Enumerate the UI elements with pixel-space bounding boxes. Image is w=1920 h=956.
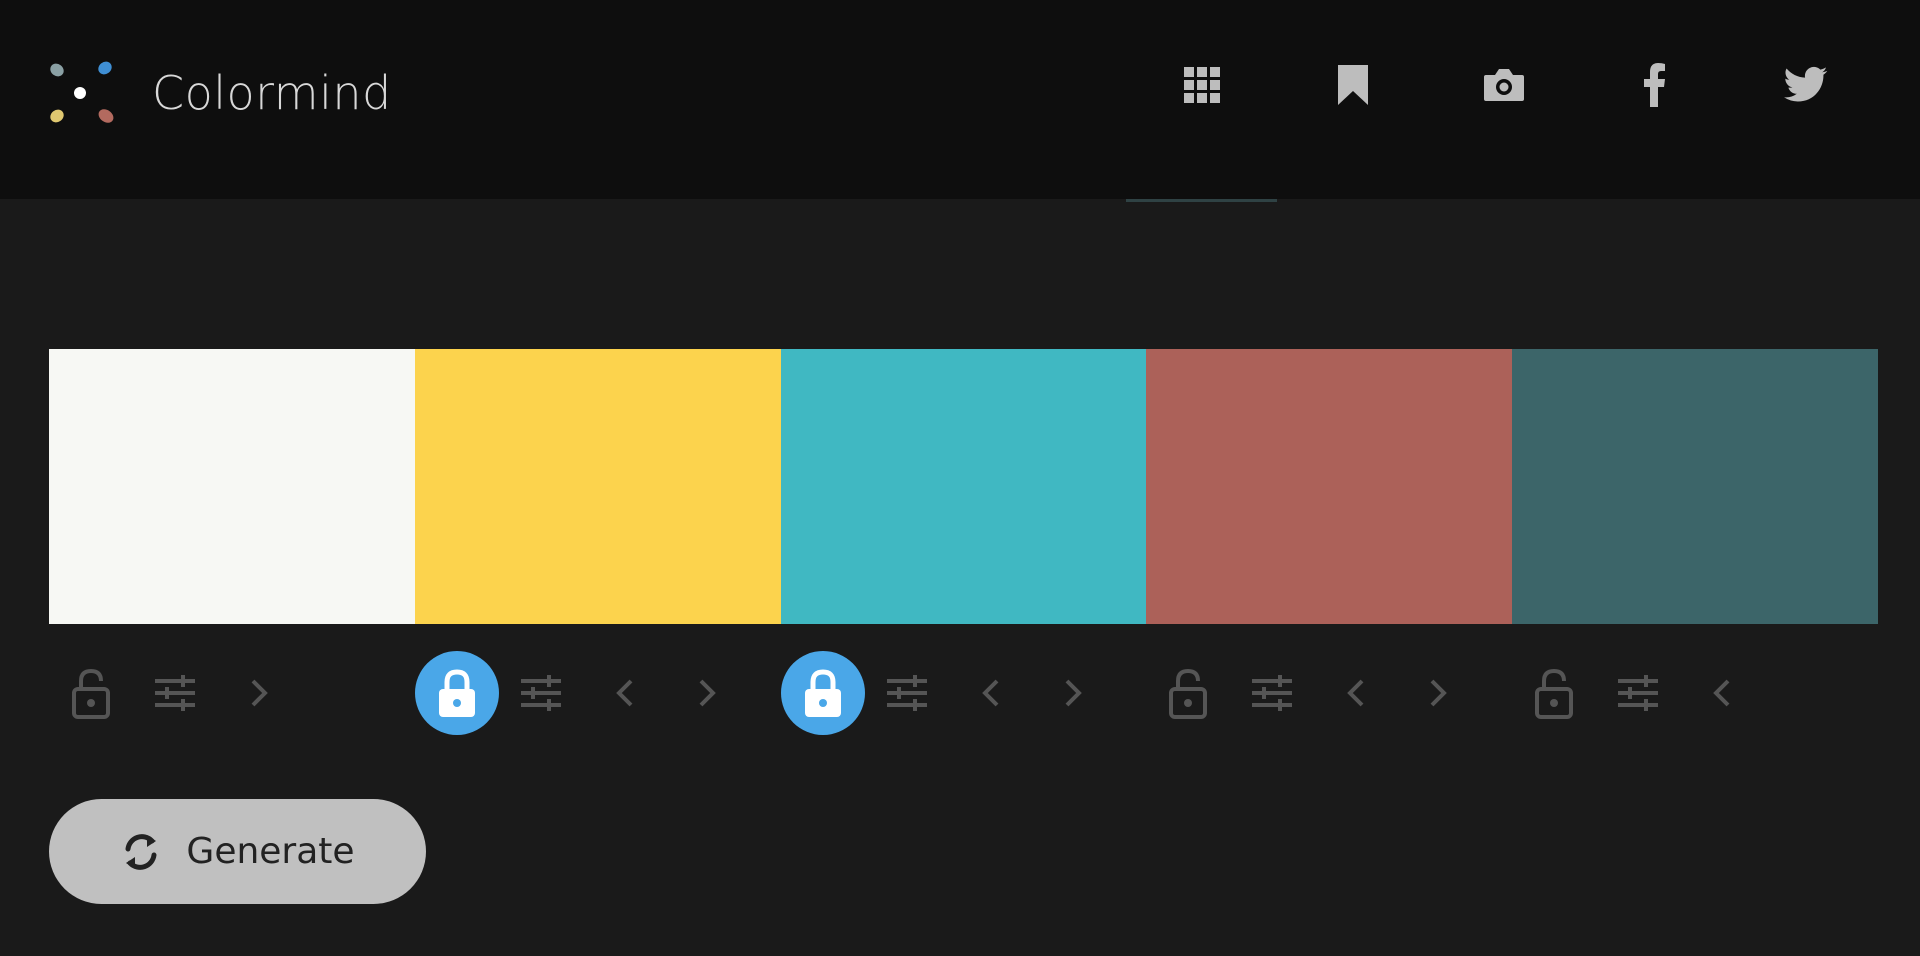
color-swatch-3[interactable] — [780, 349, 1147, 624]
unlocked-lock-icon — [1535, 668, 1574, 719]
swatch-controls-5 — [1512, 651, 1878, 735]
adjust-button[interactable] — [1596, 651, 1680, 735]
logo-dot — [47, 107, 67, 125]
chevron-right-icon — [251, 679, 268, 707]
nav-facebook[interactable] — [1579, 0, 1730, 199]
swatch-controls — [49, 651, 1878, 735]
chevron-right-icon — [699, 679, 716, 707]
refresh-icon — [125, 833, 157, 870]
logo-dot — [74, 87, 86, 99]
sliders-icon — [1252, 675, 1293, 711]
generate-label: Generate — [186, 831, 355, 872]
lock-toggle[interactable] — [414, 651, 499, 735]
move-left-button[interactable] — [1680, 651, 1764, 735]
chevron-left-icon — [981, 679, 999, 707]
move-left-button[interactable] — [1314, 651, 1398, 735]
sliders-icon — [520, 675, 561, 711]
chevron-right-icon — [1430, 679, 1448, 707]
brand-name: Colormind — [152, 66, 392, 120]
swatch-controls-1 — [49, 651, 415, 735]
logo-dot — [95, 59, 115, 77]
sliders-icon — [155, 675, 195, 711]
swatch-controls-2 — [414, 651, 781, 735]
unlocked-lock-icon — [1169, 668, 1208, 719]
top-bar: Colormind — [0, 0, 1920, 202]
logo-dot — [96, 106, 116, 126]
chevron-right-icon — [1065, 679, 1082, 707]
locked-lock-icon — [804, 669, 841, 717]
nav-bookmark[interactable] — [1277, 0, 1428, 199]
bookmark-icon — [1337, 64, 1368, 105]
move-right-button[interactable] — [665, 651, 749, 735]
sliders-icon — [886, 675, 927, 711]
color-swatch-1[interactable] — [49, 349, 415, 624]
adjust-button[interactable] — [865, 651, 949, 735]
unlocked-lock-icon — [72, 668, 110, 719]
chevron-left-icon — [1347, 679, 1364, 707]
top-nav — [1126, 0, 1881, 202]
facebook-icon — [1643, 62, 1665, 107]
color-palette — [49, 349, 1878, 624]
chevron-left-icon — [1713, 679, 1730, 707]
nav-camera[interactable] — [1428, 0, 1579, 199]
brand[interactable]: Colormind — [47, 58, 392, 128]
grid-icon — [1183, 66, 1220, 103]
nav-twitter[interactable] — [1730, 0, 1881, 199]
color-swatch-2[interactable] — [414, 349, 781, 624]
colormind-logo — [47, 59, 116, 126]
move-left-button[interactable] — [583, 651, 667, 735]
twitter-icon — [1783, 66, 1827, 101]
chevron-left-icon — [615, 679, 633, 707]
locked-lock-icon — [438, 669, 475, 717]
move-right-button[interactable] — [1031, 651, 1115, 735]
lock-toggle[interactable] — [1512, 651, 1596, 735]
lock-toggle[interactable] — [49, 651, 133, 735]
nav-grid[interactable] — [1126, 0, 1277, 202]
camera-icon — [1483, 68, 1524, 101]
move-left-button[interactable] — [949, 651, 1033, 735]
move-right-button[interactable] — [217, 651, 301, 735]
sliders-icon — [1618, 675, 1659, 711]
color-swatch-5[interactable] — [1512, 349, 1878, 624]
generate-button[interactable]: Generate — [49, 799, 426, 904]
lock-toggle[interactable] — [780, 651, 865, 735]
adjust-button[interactable] — [1230, 651, 1314, 735]
adjust-button[interactable] — [499, 651, 583, 735]
move-right-button[interactable] — [1396, 651, 1480, 735]
swatch-controls-4 — [1146, 651, 1512, 735]
color-swatch-4[interactable] — [1146, 349, 1513, 624]
adjust-button[interactable] — [133, 651, 217, 735]
swatch-controls-3 — [780, 651, 1147, 735]
logo-dot — [47, 61, 67, 79]
lock-toggle[interactable] — [1146, 651, 1230, 735]
